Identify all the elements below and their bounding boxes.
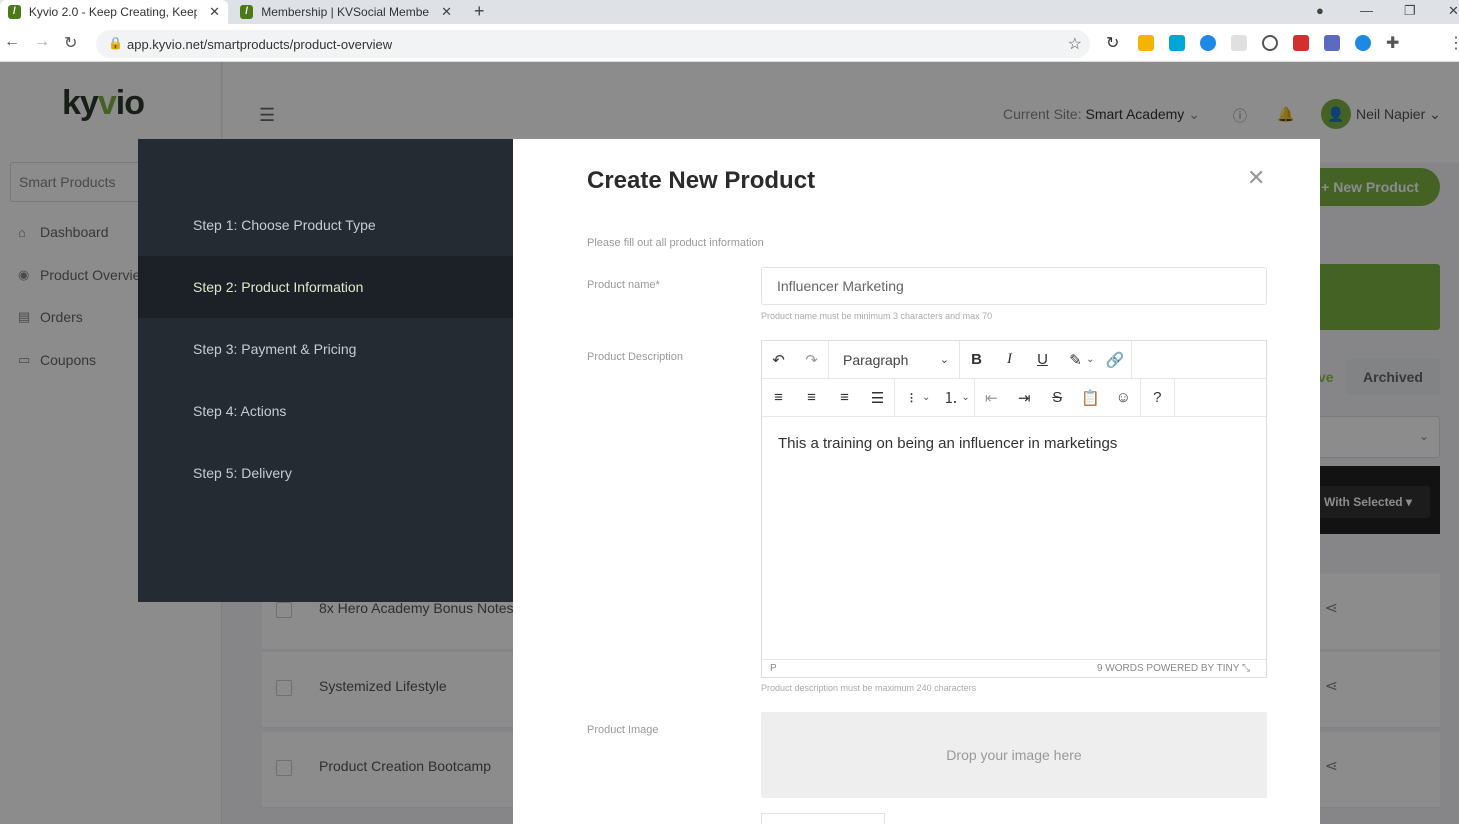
chevron-down-icon: ⌄ xyxy=(939,354,949,366)
description-hint: Product description must be maximum 240 … xyxy=(761,683,977,693)
image-source-tabs[interactable] xyxy=(761,813,885,824)
extension-icon[interactable] xyxy=(1293,35,1309,51)
toolbar-divider xyxy=(1131,340,1133,379)
element-path[interactable]: P xyxy=(770,663,777,674)
align-left-icon[interactable]: ≡ xyxy=(762,379,795,417)
align-right-icon[interactable]: ≡ xyxy=(828,379,861,417)
kvsocial-favicon-icon: / xyxy=(240,5,254,19)
browser-tab-title: Membership | KVSocial Members xyxy=(261,5,430,19)
extensions-puzzle-icon[interactable]: ✚ xyxy=(1386,33,1399,53)
address-bar: ← → ↻ 🔒 app.kyvio.net/smartproducts/prod… xyxy=(0,24,1459,62)
modal-title: Create New Product xyxy=(587,167,816,194)
link-icon[interactable]: 🔗 xyxy=(1098,341,1131,379)
product-name-hint: Product name must be minimum 3 character… xyxy=(761,311,993,321)
browser-tab-bar: / Kyvio 2.0 - Keep Creating, Keep S ✕ / … xyxy=(0,0,1459,24)
extension-icon[interactable] xyxy=(1355,35,1371,51)
paste-icon[interactable]: 📋 xyxy=(1074,379,1107,417)
wizard-steps-panel: Step 1: Choose Product Type Step 2: Prod… xyxy=(138,139,513,602)
italic-icon[interactable]: I xyxy=(993,341,1026,379)
chevron-down-icon[interactable]: ⌄ xyxy=(922,392,930,403)
extension-refresh-icon[interactable]: ↻ xyxy=(1106,33,1119,53)
product-name-label: Product name* xyxy=(587,279,660,291)
step-payment-pricing[interactable]: Step 3: Payment & Pricing xyxy=(138,318,513,380)
step-actions[interactable]: Step 4: Actions xyxy=(138,380,513,442)
redo-icon[interactable]: ↷ xyxy=(795,341,828,379)
block-format-value: Paragraph xyxy=(843,351,909,368)
step-delivery[interactable]: Step 5: Delivery xyxy=(138,442,513,504)
emoji-icon[interactable]: ☺ xyxy=(1107,379,1140,417)
bold-icon[interactable]: B xyxy=(960,341,993,379)
browser-tab-membership[interactable]: / Membership | KVSocial Members ✕ xyxy=(232,0,460,24)
extension-search-icon[interactable] xyxy=(1262,35,1278,51)
help-icon[interactable]: ? xyxy=(1141,379,1174,417)
profile-menu-icon[interactable]: ● xyxy=(1316,0,1324,24)
close-window-icon[interactable]: ✕ xyxy=(1448,0,1459,24)
block-format-select[interactable]: Paragraph ⌄ xyxy=(829,341,959,379)
outdent-icon[interactable]: ⇤ xyxy=(975,379,1008,417)
minimize-icon[interactable]: — xyxy=(1360,0,1373,24)
modal-subtitle: Please fill out all product information xyxy=(587,237,764,249)
powered-by-text[interactable]: POWERED BY TINY xyxy=(1146,663,1239,674)
product-image-label: Product Image xyxy=(587,724,659,736)
align-center-icon[interactable]: ≡ xyxy=(795,379,828,417)
lock-icon: 🔒 xyxy=(108,36,123,50)
back-icon[interactable]: ← xyxy=(4,33,20,51)
rich-text-editor: ↶ ↷ Paragraph ⌄ B I U ✎ ⌄ 🔗 ≡ ≡ ≡ ☰ ⁝ ⌄ … xyxy=(761,340,1267,678)
extension-icon[interactable] xyxy=(1324,35,1340,51)
browser-tab-title: Kyvio 2.0 - Keep Creating, Keep S xyxy=(28,5,198,19)
indent-icon[interactable]: ⇥ xyxy=(1008,379,1041,417)
extension-icon[interactable] xyxy=(1231,35,1247,51)
extension-icon[interactable] xyxy=(1138,35,1154,51)
editor-statusbar: P 9 WORDS POWERED BY TINY ⤡ xyxy=(762,659,1266,677)
browser-tab-kyvio[interactable]: / Kyvio 2.0 - Keep Creating, Keep S ✕ xyxy=(0,0,228,24)
forward-icon[interactable]: → xyxy=(34,33,50,51)
editor-toolbar-row-1: ↶ ↷ Paragraph ⌄ B I U ✎ ⌄ 🔗 xyxy=(762,340,1266,379)
editor-content[interactable]: This a training on being an influencer i… xyxy=(778,435,1117,452)
browser-menu-icon[interactable]: ⋮ xyxy=(1448,33,1459,53)
undo-icon[interactable]: ↶ xyxy=(762,341,795,379)
toolbar-divider xyxy=(1173,378,1175,417)
close-icon[interactable]: ✕ xyxy=(1247,165,1265,191)
image-dropzone[interactable]: Drop your image here xyxy=(761,712,1267,798)
extension-icon[interactable] xyxy=(1200,35,1216,51)
url-field[interactable]: 🔒 app.kyvio.net/smartproducts/product-ov… xyxy=(96,30,1090,58)
create-product-modal: Create New Product ✕ Please fill out all… xyxy=(513,139,1320,824)
chevron-down-icon[interactable]: ⌄ xyxy=(1086,354,1094,365)
align-justify-icon[interactable]: ☰ xyxy=(861,379,894,417)
underline-icon[interactable]: U xyxy=(1026,341,1059,379)
reload-icon[interactable]: ↻ xyxy=(64,33,77,53)
step-product-information[interactable]: Step 2: Product Information xyxy=(138,256,513,318)
word-count-text: 9 WORDS xyxy=(1096,663,1144,674)
close-tab-icon[interactable]: ✕ xyxy=(209,4,220,20)
restore-icon[interactable]: ❐ xyxy=(1404,0,1416,24)
close-tab-icon[interactable]: ✕ xyxy=(441,4,452,20)
product-description-label: Product Description xyxy=(587,351,683,363)
chevron-down-icon[interactable]: ⌄ xyxy=(961,392,969,403)
step-choose-product-type[interactable]: Step 1: Choose Product Type xyxy=(138,194,513,256)
word-count: 9 WORDS POWERED BY TINY ⤡ xyxy=(1096,663,1250,674)
editor-toolbar-row-2: ≡ ≡ ≡ ☰ ⁝ ⌄ ⒈ ⌄ ⇤ ⇥ S 📋 ☺ ? xyxy=(762,378,1266,417)
kyvio-favicon-icon: / xyxy=(8,5,21,19)
new-tab-icon[interactable]: + xyxy=(474,0,485,24)
extension-icon[interactable] xyxy=(1169,35,1185,51)
strikethrough-icon[interactable]: S xyxy=(1041,379,1074,417)
bookmark-star-icon[interactable]: ☆ xyxy=(1068,34,1082,54)
url-text: app.kyvio.net/smartproducts/product-over… xyxy=(127,37,393,52)
product-name-input[interactable]: Influencer Marketing xyxy=(761,267,1267,305)
